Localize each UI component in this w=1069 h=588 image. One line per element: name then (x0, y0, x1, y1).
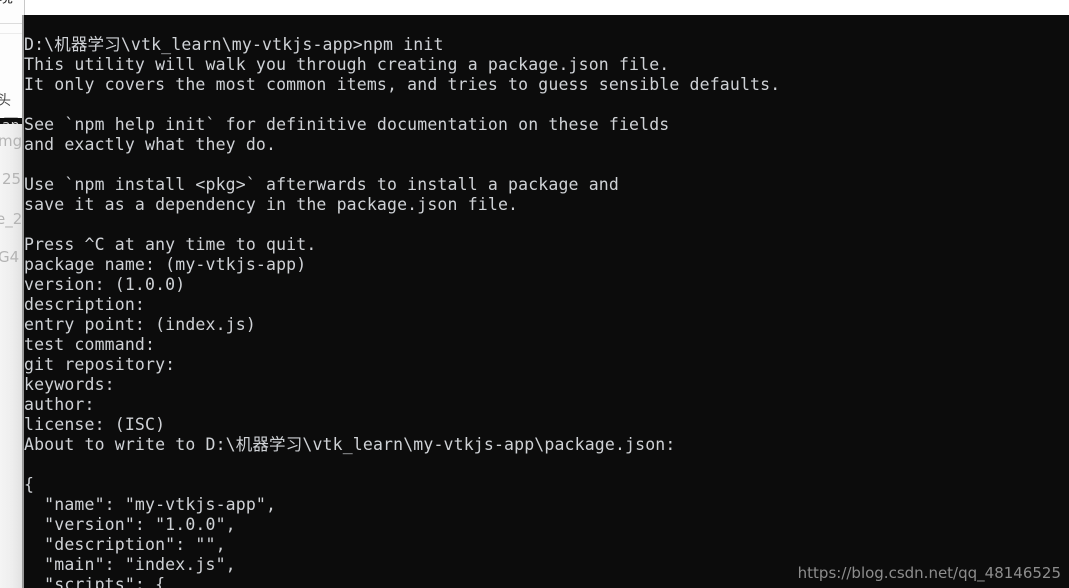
terminal-prompt-license: license: (ISC) (24, 415, 166, 434)
csdn-watermark: https://blog.csdn.net/qq_48146525 (797, 564, 1061, 582)
terminal-json-main: "main": "index.js", (24, 555, 236, 574)
list-item[interactable]: e_2 (0, 210, 22, 228)
background-window-title-fragment: 境 (0, 0, 13, 7)
list-item[interactable]: mg (0, 132, 22, 150)
terminal-line: See `npm help init` for definitive docum… (24, 115, 670, 134)
terminal-json-description: "description": "", (24, 535, 226, 554)
list-item-label: G4 (0, 248, 20, 266)
background-window-file-list[interactable]: mg 25 e_2 G4 (0, 124, 22, 588)
terminal-json-name: "name": "my-vtkjs-app", (24, 495, 277, 514)
terminal-line: save it as a dependency in the package.j… (24, 195, 519, 214)
list-item-label: mg (0, 132, 22, 150)
background-window-side-char-fragment: 头 (0, 90, 11, 110)
terminal-line: Press ^C at any time to quit. (24, 235, 317, 254)
list-item-label: e_2 (0, 210, 22, 228)
terminal-prompt-package-name: package name: (my-vtkjs-app) (24, 255, 307, 274)
screenshot-root: 境 头 -an mg 25 e_2 G4 D:\机器 (0, 0, 1069, 588)
list-item[interactable]: 25 (2, 170, 22, 188)
terminal-line: This utility will walk you through creat… (24, 55, 670, 74)
terminal-about-to-write: About to write to D:\机器学习\vtk_learn\my-v… (24, 435, 676, 454)
terminal-prompt-description: description: (24, 295, 146, 314)
terminal-line: and exactly what they do. (24, 135, 277, 154)
terminal-output-area[interactable]: D:\机器学习\vtk_learn\my-vtkjs-app>npm init … (24, 15, 1069, 588)
terminal-window[interactable]: D:\机器学习\vtk_learn\my-vtkjs-app>npm init … (22, 15, 1069, 588)
list-item-label: 25 (2, 170, 22, 188)
terminal-json-open-brace: { (24, 475, 35, 494)
terminal-line: D:\机器学习\vtk_learn\my-vtkjs-app>npm init (24, 35, 444, 54)
terminal-prompt-author: author: (24, 395, 95, 414)
terminal-prompt-keywords: keywords: (24, 375, 115, 394)
terminal-line: It only covers the most common items, an… (24, 75, 781, 94)
list-item[interactable]: G4 (0, 248, 20, 266)
terminal-prompt-git-repository: git repository: (24, 355, 176, 374)
panel-divider-secondary (0, 33, 24, 34)
terminal-prompt-entry-point: entry point: (index.js) (24, 315, 256, 334)
terminal-prompt-version: version: (1.0.0) (24, 275, 186, 294)
terminal-json-version: "version": "1.0.0", (24, 515, 236, 534)
terminal-line: Use `npm install <pkg>` afterwards to in… (24, 175, 619, 194)
terminal-prompt-test-command: test command: (24, 335, 156, 354)
terminal-json-scripts: "scripts": { (24, 575, 166, 588)
panel-divider (0, 23, 24, 24)
